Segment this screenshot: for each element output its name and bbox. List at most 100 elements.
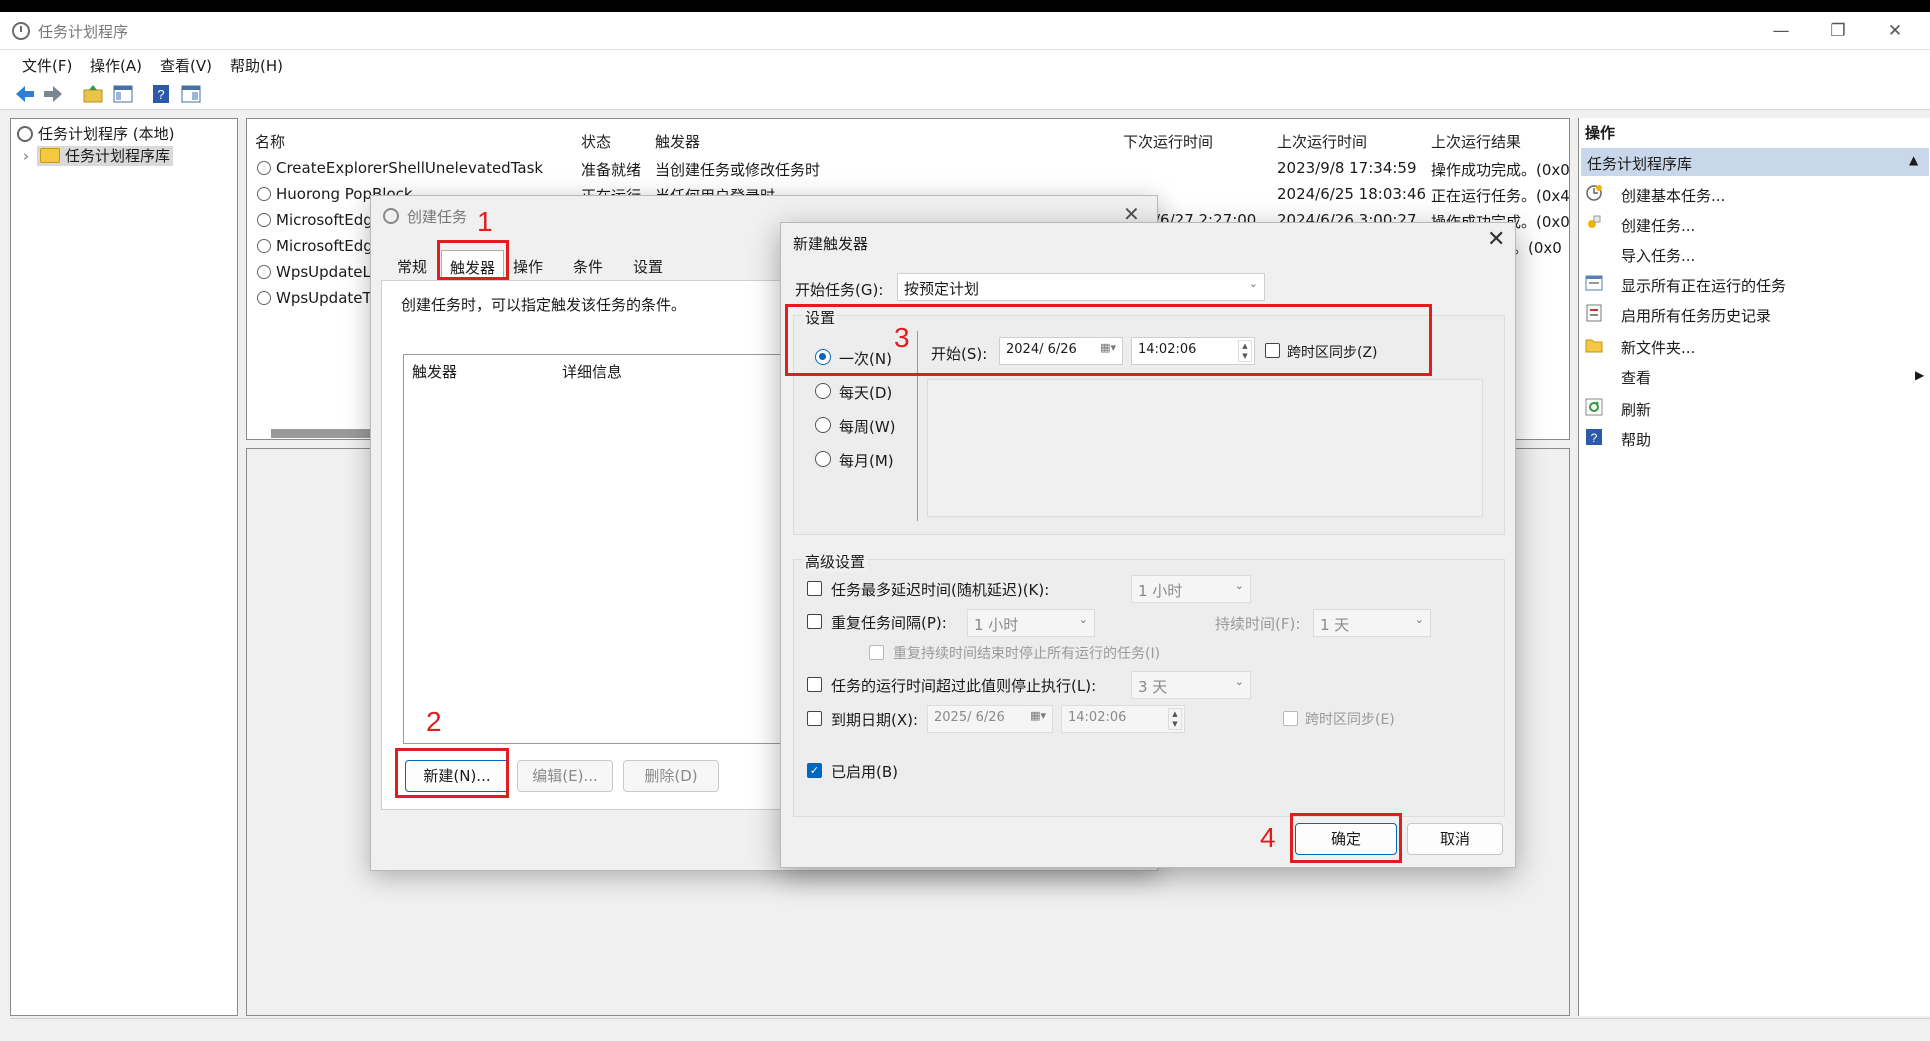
repeat-select[interactable]: 1 小时 ⌄ <box>967 609 1095 637</box>
col-header-last-result[interactable]: 上次运行结果 <box>1431 131 1521 152</box>
menu-action[interactable]: 操作(A) <box>90 55 142 76</box>
expire-sync-timezone-checkbox[interactable] <box>1283 711 1298 726</box>
task-last-run: 2024/6/25 18:03:46 <box>1277 185 1427 203</box>
task-clock-icon <box>257 291 271 305</box>
actions-section-label: 任务计划程序库 <box>1587 155 1693 173</box>
expire-checkbox[interactable] <box>807 711 822 726</box>
menu-bar: 文件(F) 操作(A) 查看(V) 帮助(H) <box>0 50 1930 78</box>
up-folder-icon[interactable] <box>82 83 104 105</box>
trigger-description: 创建任务时，可以指定触发该任务的条件。 <box>401 296 687 314</box>
menu-view[interactable]: 查看(V) <box>160 55 212 76</box>
stop-if-checkbox[interactable] <box>807 677 822 692</box>
action-refresh[interactable]: 刷新 <box>1585 394 1925 422</box>
action-create-basic-task[interactable]: 创建基本任务... <box>1585 180 1925 208</box>
task-clock-icon <box>257 265 271 279</box>
action-import-task[interactable]: 导入任务... <box>1585 240 1925 268</box>
svg-text:?: ? <box>157 87 164 102</box>
radio-monthly[interactable] <box>815 451 831 467</box>
expire-label[interactable]: 到期日期(X): <box>831 709 918 730</box>
stop-all-checkbox[interactable] <box>869 645 884 660</box>
action-new-folder[interactable]: 新文件夹... <box>1585 332 1925 360</box>
minimize-button[interactable]: — <box>1758 16 1804 46</box>
collapse-icon[interactable]: ▲ <box>1909 153 1918 167</box>
enabled-label[interactable]: 已启用(B) <box>831 761 898 782</box>
restore-button[interactable]: ❐ <box>1815 16 1861 46</box>
delay-select[interactable]: 1 小时 ⌄ <box>1131 575 1251 603</box>
expire-time-value: 14:02:06 <box>1068 710 1127 725</box>
time-spinner[interactable]: ▲ ▼ <box>1168 708 1182 730</box>
forward-icon[interactable] <box>42 83 64 105</box>
duration-select[interactable]: 1 天 ⌄ <box>1313 609 1431 637</box>
radio-daily-label[interactable]: 每天(D) <box>839 382 892 403</box>
close-icon[interactable]: ✕ <box>1487 227 1505 252</box>
action-label: 查看 <box>1621 369 1652 387</box>
stop-if-label[interactable]: 任务的运行时间超过此值则停止执行(L): <box>831 675 1096 696</box>
actions-title: 操作 <box>1585 124 1616 142</box>
action-create-task[interactable]: 创建任务... <box>1585 210 1925 238</box>
action-show-running-tasks[interactable]: 显示所有正在运行的任务 <box>1585 270 1925 298</box>
col-header-trigger[interactable]: 触发器 <box>655 131 700 152</box>
close-button[interactable]: ✕ <box>1872 16 1918 46</box>
col-header-name[interactable]: 名称 <box>255 131 285 152</box>
edit-trigger-button[interactable]: 编辑(E)... <box>517 760 613 792</box>
action-label: 显示所有正在运行的任务 <box>1621 277 1787 295</box>
begin-task-select[interactable]: 按预定计划 ⌄ <box>897 273 1265 301</box>
menu-help[interactable]: 帮助(H) <box>230 55 283 76</box>
stop-all-label[interactable]: 重复持续时间结束时停止所有运行的任务(I) <box>893 643 1160 663</box>
repeat-checkbox[interactable] <box>807 614 822 629</box>
task-name: WpsUpdateTa <box>276 289 379 307</box>
delete-trigger-button[interactable]: 删除(D) <box>623 760 719 792</box>
running-tasks-icon <box>1585 275 1603 291</box>
col-header-status[interactable]: 状态 <box>581 131 611 152</box>
tree-root[interactable]: 任务计划程序 (本地) <box>17 123 174 144</box>
delay-checkbox[interactable] <box>807 581 822 596</box>
repeat-label[interactable]: 重复任务间隔(P): <box>831 612 947 633</box>
radio-daily[interactable] <box>815 383 831 399</box>
tab-actions[interactable]: 操作 <box>507 256 549 277</box>
clock-icon <box>17 126 33 142</box>
expire-date-picker[interactable]: 2025/ 6/26 ▦▾ <box>927 705 1053 733</box>
delay-value: 1 小时 <box>1138 582 1183 600</box>
stop-if-select[interactable]: 3 天 ⌄ <box>1131 671 1251 699</box>
radio-weekly[interactable] <box>815 417 831 433</box>
tree-child[interactable]: › 任务计划程序库 <box>23 145 174 166</box>
annotation-number-4: 4 <box>1260 822 1276 853</box>
tab-general[interactable]: 常规 <box>391 256 433 277</box>
action-label: 创建任务... <box>1621 217 1696 235</box>
list-header-details[interactable]: 详细信息 <box>562 361 622 382</box>
advanced-label: 高级设置 <box>803 551 868 572</box>
show-action-pane-icon[interactable] <box>180 83 202 105</box>
help-icon: ? <box>1586 429 1602 445</box>
action-label: 刷新 <box>1621 401 1652 419</box>
back-icon[interactable] <box>14 83 36 105</box>
menu-file[interactable]: 文件(F) <box>22 55 72 76</box>
action-label: 新文件夹... <box>1621 339 1696 357</box>
delay-label[interactable]: 任务最多延迟时间(随机延迟)(K): <box>831 579 1049 600</box>
show-hide-console-tree-icon[interactable] <box>112 83 134 105</box>
expire-time-input[interactable]: 14:02:06 ▲ ▼ <box>1061 705 1185 733</box>
actions-section-header[interactable]: 任务计划程序库 ▲ <box>1581 148 1929 176</box>
action-view[interactable]: 查看 ▶ <box>1585 362 1925 390</box>
schedule-detail-panel <box>927 379 1483 517</box>
action-help[interactable]: ? 帮助 <box>1585 424 1925 452</box>
list-header-trigger[interactable]: 触发器 <box>412 361 457 382</box>
task-last-run: 2023/9/8 17:34:59 <box>1277 159 1417 177</box>
action-enable-history[interactable]: 启用所有任务历史记录 <box>1585 300 1925 328</box>
table-row[interactable]: CreateExplorerShellUnelevatedTask 准备就绪 当… <box>247 155 1570 181</box>
chevron-down-icon: ⌄ <box>1414 613 1424 626</box>
task-result: 正在运行任务。(0x4 <box>1431 187 1570 205</box>
expire-sync-timezone-label[interactable]: 跨时区同步(E) <box>1305 709 1395 729</box>
radio-monthly-label[interactable]: 每月(M) <box>839 450 894 471</box>
tab-conditions[interactable]: 条件 <box>567 256 609 277</box>
cancel-button[interactable]: 取消 <box>1407 823 1503 855</box>
task-clock-icon <box>257 161 271 175</box>
help-icon[interactable]: ? <box>150 83 172 105</box>
tab-settings[interactable]: 设置 <box>627 256 669 277</box>
col-header-last-run[interactable]: 上次运行时间 <box>1277 131 1367 152</box>
annotation-number-3: 3 <box>894 322 910 353</box>
radio-weekly-label[interactable]: 每周(W) <box>839 416 896 437</box>
expander-icon[interactable]: › <box>23 147 29 165</box>
col-header-next-run[interactable]: 下次运行时间 <box>1123 131 1213 152</box>
window-title: 任务计划程序 <box>38 23 129 41</box>
enabled-checkbox[interactable]: ✓ <box>807 763 822 778</box>
